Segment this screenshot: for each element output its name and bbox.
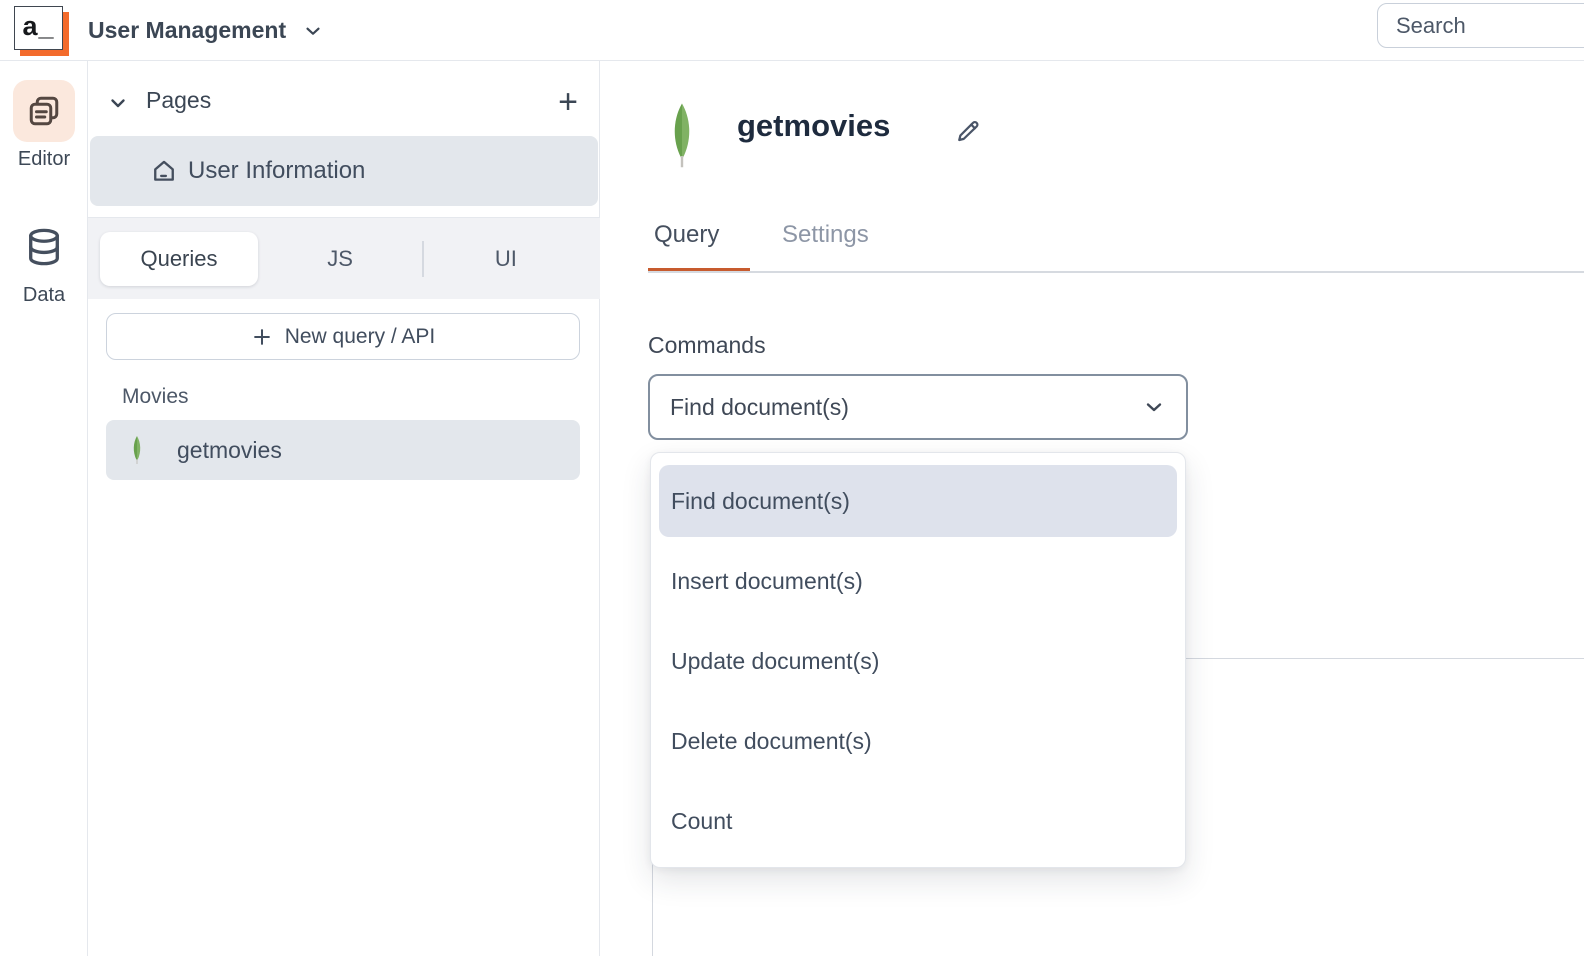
page-item-user-information[interactable]: User Information — [90, 136, 598, 206]
commands-select-value: Find document(s) — [670, 394, 1142, 421]
query-header: getmovies — [600, 61, 1584, 211]
app-window: a_ User Management Editor — [0, 0, 1584, 956]
dropdown-option-delete[interactable]: Delete document(s) — [659, 705, 1177, 777]
left-rail: Editor Data — [0, 61, 88, 956]
pages-header: Pages + — [88, 79, 600, 127]
dropdown-option-count[interactable]: Count — [659, 785, 1177, 857]
dropdown-option-insert[interactable]: Insert document(s) — [659, 545, 1177, 617]
tab-queries[interactable]: Queries — [100, 232, 258, 286]
sidebar-tab-strip: Queries JS UI — [88, 217, 600, 299]
query-group-label: Movies — [122, 385, 189, 409]
search-input[interactable] — [1377, 3, 1584, 48]
tabs-divider — [648, 271, 1584, 273]
database-icon — [13, 216, 75, 278]
rail-label-data: Data — [23, 284, 65, 307]
new-query-button[interactable]: New query / API — [106, 313, 580, 360]
dropdown-option-update[interactable]: Update document(s) — [659, 625, 1177, 697]
logo-icon: a_ — [14, 6, 63, 50]
app-name: User Management — [88, 17, 286, 44]
pages-icon — [13, 80, 75, 142]
tab-settings[interactable]: Settings — [782, 221, 869, 249]
chevron-down-icon — [1142, 395, 1166, 419]
add-page-button[interactable]: + — [558, 83, 578, 121]
commands-dropdown-menu: Find document(s) Insert document(s) Upda… — [650, 452, 1186, 868]
pages-collapse-chevron-icon[interactable] — [106, 91, 130, 115]
rail-item-editor[interactable]: Editor — [0, 80, 88, 171]
dropdown-option-find[interactable]: Find document(s) — [659, 465, 1177, 537]
mongodb-leaf-icon — [129, 434, 145, 466]
commands-select[interactable]: Find document(s) — [648, 374, 1188, 440]
query-item-label: getmovies — [177, 437, 282, 464]
query-settings-tabs: Query Settings — [600, 211, 1584, 273]
sidebar: Pages + User Information Queries JS UI N… — [88, 61, 600, 956]
app-name-menu[interactable]: User Management — [88, 0, 324, 61]
rail-item-data[interactable]: Data — [0, 216, 88, 307]
rail-label-editor: Editor — [18, 148, 70, 171]
query-item-getmovies[interactable]: getmovies — [106, 420, 580, 480]
query-title: getmovies — [737, 108, 890, 144]
edit-name-pencil-icon[interactable] — [953, 116, 983, 146]
home-icon — [150, 157, 178, 185]
tab-ui[interactable]: UI — [424, 246, 588, 272]
tab-js[interactable]: JS — [258, 246, 422, 272]
pages-title: Pages — [146, 87, 211, 114]
mongodb-leaf-icon — [664, 94, 700, 176]
new-query-label: New query / API — [285, 325, 436, 349]
app-logo[interactable]: a_ — [14, 6, 69, 56]
commands-label: Commands — [648, 332, 766, 359]
chevron-down-icon — [302, 20, 324, 42]
main-panel: getmovies Query Settings Commands Find d… — [600, 61, 1584, 956]
top-bar: a_ User Management — [0, 0, 1584, 61]
plus-icon — [251, 326, 273, 348]
page-item-label: User Information — [188, 157, 365, 185]
tab-query[interactable]: Query — [654, 221, 719, 249]
